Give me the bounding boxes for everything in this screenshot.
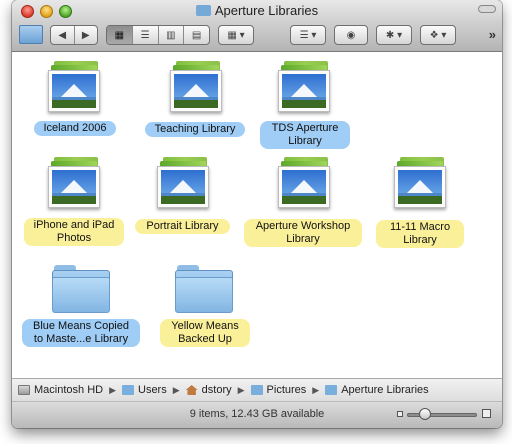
item-label: Yellow Means Backed Up	[160, 319, 250, 347]
aperture-library-icon	[394, 157, 446, 215]
cover-flow-button[interactable]: ▤	[184, 26, 209, 44]
back-forward-control: ◀ ▶	[50, 25, 98, 45]
toolbar-toggle-button[interactable]	[478, 5, 496, 13]
path-separator-icon: ▶	[237, 384, 245, 395]
column-view-button[interactable]: ▥	[159, 26, 185, 44]
item-label-line: Library	[288, 135, 322, 147]
item-label: Teaching Library	[145, 122, 245, 137]
item-label-line: Library	[403, 234, 437, 246]
icon-size-slider[interactable]	[407, 413, 477, 417]
quick-look-button[interactable]: ◉	[334, 25, 368, 45]
folder-icon	[175, 265, 233, 313]
path-item-macintosh-hd[interactable]: Macintosh HD	[18, 384, 103, 396]
small-icon-size-icon	[397, 411, 403, 417]
toolbar-overflow-chevron-icon[interactable]: »	[489, 27, 496, 42]
dropbox-icon: ❖ ▾	[429, 29, 447, 41]
path-item-pictures[interactable]: Pictures	[250, 384, 307, 396]
path-item-label: Pictures	[266, 384, 307, 396]
path-bar: Macintosh HD ▶ Users ▶ dstory ▶ Pictures…	[12, 378, 502, 402]
folder-icon	[325, 385, 338, 395]
item-label: 11-11 Macro Library	[376, 220, 464, 248]
path-item-dstory[interactable]: dstory	[185, 384, 232, 396]
eye-icon: ◉	[346, 29, 356, 41]
path-separator-icon: ▶	[109, 384, 116, 395]
forward-button[interactable]: ▶	[75, 26, 98, 44]
item-label-line: Photos	[56, 232, 92, 244]
aperture-library-icon	[157, 157, 209, 215]
item-label-line: TDS Aperture	[271, 122, 339, 134]
list-view-button[interactable]: ☰	[133, 26, 159, 44]
action-menu-button[interactable]: ☰ ▾	[290, 25, 326, 45]
dropbox-menu-button[interactable]: ❖ ▾	[420, 25, 456, 45]
path-item-label: Macintosh HD	[34, 384, 104, 396]
view-mode-control: ▦ ☰ ▥ ▤	[106, 25, 210, 45]
home-icon	[185, 385, 198, 395]
item-label-line: to Maste...e Library	[33, 333, 129, 345]
item-label-line: Aperture Workshop	[255, 220, 351, 232]
aperture-library-icon	[278, 157, 330, 215]
aperture-library-icon	[48, 157, 100, 215]
path-item-label: dstory	[201, 384, 232, 396]
large-icon-size-icon	[482, 409, 491, 418]
folder-icon	[195, 5, 211, 16]
folder-icon	[52, 265, 110, 313]
hard-drive-icon	[18, 385, 30, 395]
titlebar: Aperture Libraries ◀ ▶ ▦ ☰ ▥ ▤ ▦ ▾ ☰ ▾ ◉…	[12, 0, 502, 52]
window-title-text: Aperture Libraries	[214, 3, 319, 18]
item-label: Aperture Workshop Library	[244, 219, 362, 247]
gear-icon: ✱ ▾	[385, 29, 403, 41]
aperture-library-icon	[170, 61, 222, 119]
item-label: iPhone and iPad Photos	[24, 218, 124, 246]
item-label: TDS Aperture Library	[260, 121, 350, 149]
icon-view-button[interactable]: ▦	[107, 26, 133, 44]
path-item-users[interactable]: Users	[122, 384, 167, 396]
item-label-line: 11-11 Macro	[389, 221, 451, 233]
item-label-line: Blue Means Copied	[32, 320, 129, 332]
finder-window: Aperture Libraries ◀ ▶ ▦ ☰ ▥ ▤ ▦ ▾ ☰ ▾ ◉…	[12, 0, 502, 428]
folder-icon	[122, 385, 134, 395]
aperture-library-icon	[278, 61, 330, 119]
path-separator-icon: ▶	[172, 384, 180, 395]
path-item-label: Aperture Libraries	[341, 384, 429, 396]
list-item[interactable]: Yellow Means Backed Up	[12, 53, 250, 347]
status-bar: 9 items, 12.43 GB available	[12, 402, 502, 428]
folder-proxy-icon[interactable]	[19, 25, 43, 44]
item-label-line: Backed Up	[178, 333, 232, 345]
item-label-line: iPhone and iPad	[33, 219, 115, 231]
back-button[interactable]: ◀	[51, 26, 75, 44]
arrange-label: ▦ ▾	[227, 29, 245, 41]
arrange-menu-button[interactable]: ▦ ▾	[218, 25, 254, 45]
gear-menu-button[interactable]: ✱ ▾	[376, 25, 412, 45]
folder-icon	[250, 385, 263, 395]
window-title: Aperture Libraries	[12, 3, 502, 18]
item-label: Blue Means Copied to Maste...e Library	[22, 319, 140, 347]
item-label: Iceland 2006	[34, 121, 116, 136]
item-label: Portrait Library	[135, 219, 230, 234]
path-item-label: Users	[138, 384, 167, 396]
icon-size-slider-knob[interactable]	[418, 408, 431, 420]
path-separator-icon: ▶	[312, 384, 320, 395]
path-item-aperture-libraries[interactable]: Aperture Libraries	[325, 384, 429, 396]
item-label-line: Yellow Means	[171, 320, 239, 332]
icon-view: Iceland 2006 Teaching Library TDS Apertu…	[12, 53, 502, 378]
item-label-line: Library	[286, 233, 320, 245]
action-label: ☰ ▾	[299, 29, 317, 41]
aperture-library-icon	[48, 61, 100, 119]
